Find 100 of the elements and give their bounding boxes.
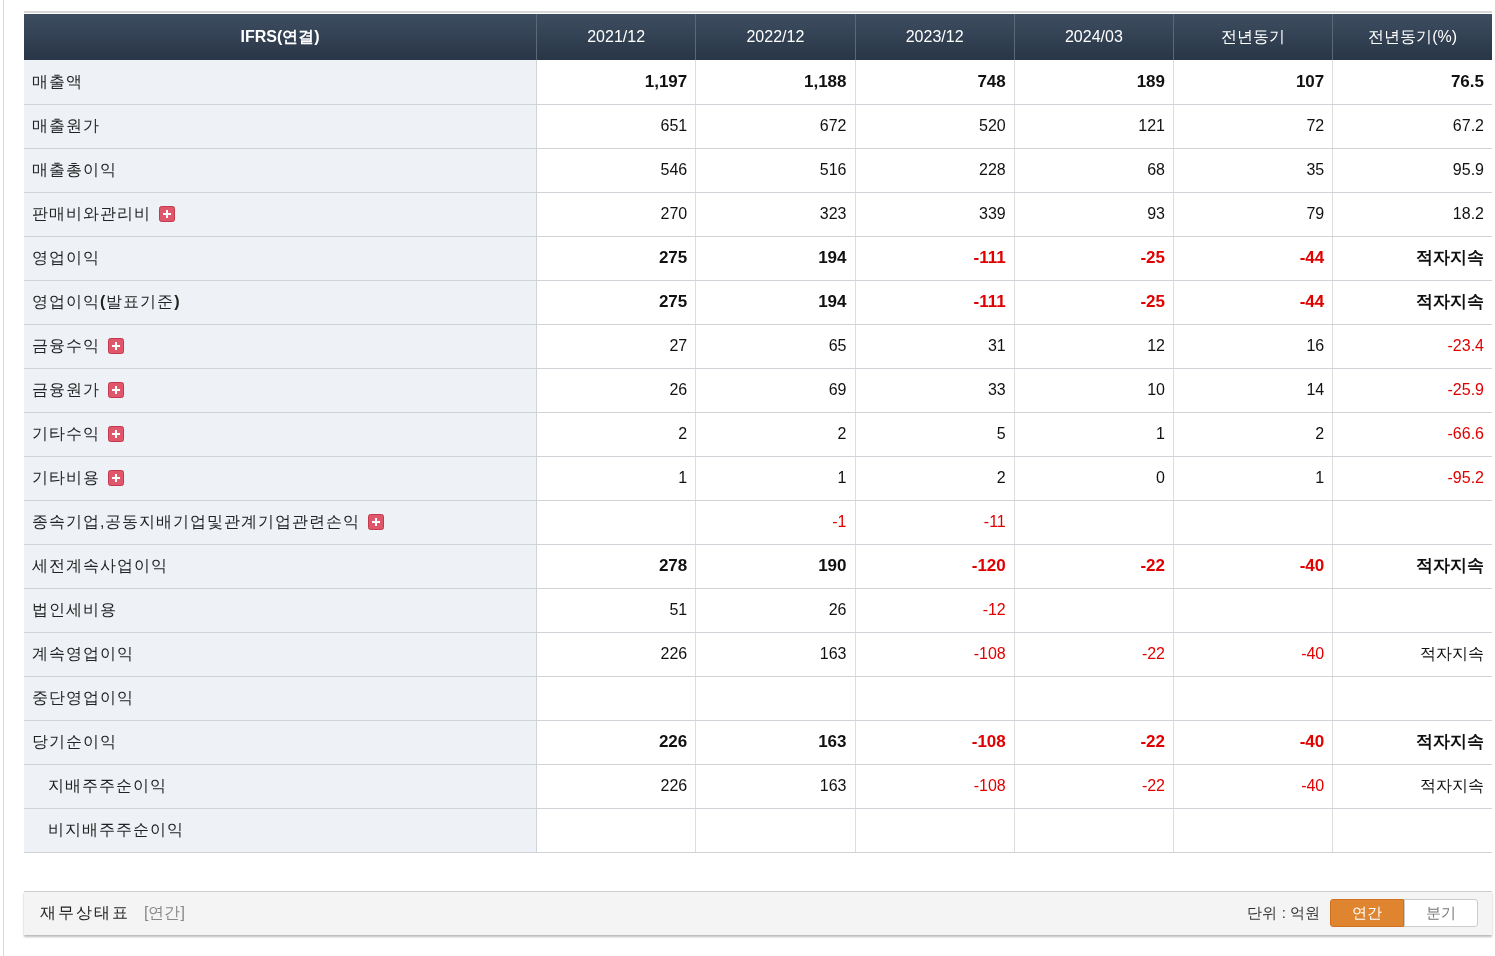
table-cell: 339 <box>979 205 1006 222</box>
table-cell: 26 <box>828 601 847 618</box>
period-toggle-button[interactable]: 분기 <box>1404 899 1478 927</box>
table-cell: 672 <box>819 117 847 134</box>
expand-plus-icon[interactable] <box>108 338 124 354</box>
column-header: 2024/03 <box>1014 14 1174 60</box>
table-cell: 226 <box>658 732 688 751</box>
table-cell: 95.9 <box>1452 161 1484 178</box>
table-cell: 69 <box>828 381 847 398</box>
table-cell: -25 <box>1140 248 1165 267</box>
expand-plus-icon[interactable] <box>108 426 124 442</box>
table-cell: 적자지속 <box>1420 777 1484 794</box>
row-label: 매출원가 <box>32 116 100 136</box>
table-cell: 35 <box>1306 161 1325 178</box>
row-label: 계속영업이익 <box>32 644 134 664</box>
row-label: 판매비와관리비 <box>32 204 151 224</box>
table-cell: 270 <box>660 205 688 222</box>
row-label: 매출액 <box>32 71 83 92</box>
table-cell: 323 <box>819 205 847 222</box>
table-cell: 190 <box>818 556 847 575</box>
expand-plus-icon[interactable] <box>108 382 124 398</box>
table-cell: 1 <box>678 469 688 486</box>
table-cell: 748 <box>977 71 1006 91</box>
row-label: 중단영업이익 <box>32 688 134 708</box>
table-cell: 31 <box>987 337 1006 354</box>
column-header: IFRS(연결) <box>24 14 537 60</box>
table-cell: -66.6 <box>1447 425 1484 442</box>
table-cell: 68 <box>1147 161 1165 178</box>
row-label: 법인세비용 <box>32 600 117 620</box>
table-cell: -25.9 <box>1447 381 1484 398</box>
table-cell: -108 <box>971 732 1006 751</box>
table-cell: -44 <box>1299 248 1325 267</box>
table-cell: 93 <box>1147 205 1165 222</box>
table-cell: -22 <box>1141 777 1165 794</box>
table-cell: 33 <box>987 381 1006 398</box>
table-cell: -111 <box>973 248 1006 267</box>
table-cell: -11 <box>983 513 1006 530</box>
table-cell: -22 <box>1140 732 1165 751</box>
table-cell: 적자지속 <box>1420 645 1484 662</box>
table-cell: -23.4 <box>1447 337 1484 354</box>
table-cell: -40 <box>1301 645 1325 662</box>
table-cell: 121 <box>1138 117 1165 134</box>
table-cell: 163 <box>819 777 847 794</box>
table-cell: 278 <box>658 556 688 575</box>
table-cell: 10 <box>1147 381 1165 398</box>
expand-plus-icon[interactable] <box>159 206 175 222</box>
column-header: 전년동기(%) <box>1332 14 1492 60</box>
expand-plus-icon[interactable] <box>368 514 385 530</box>
table-cell: -108 <box>973 645 1006 662</box>
table-cell: 651 <box>660 117 688 134</box>
expand-plus-icon[interactable] <box>108 470 124 486</box>
table-cell: 2 <box>678 425 688 442</box>
table-cell: 12 <box>1147 337 1165 354</box>
table-cell: -1 <box>832 513 847 530</box>
table-cell: 2 <box>1315 425 1325 442</box>
table-cell: -25 <box>1140 292 1165 311</box>
table-cell: -44 <box>1299 292 1325 311</box>
table-cell: 72 <box>1306 117 1325 134</box>
table-cell: -120 <box>971 556 1006 575</box>
table-cell: 적자지속 <box>1416 556 1484 575</box>
table-cell: 26 <box>669 381 688 398</box>
table-cell: 18.2 <box>1452 205 1484 222</box>
table-cell: 27 <box>669 337 688 354</box>
table-cell: 163 <box>818 732 847 751</box>
table-cell: 적자지속 <box>1416 732 1484 751</box>
table-cell: 1 <box>1156 425 1165 442</box>
table-cell: 1 <box>1315 469 1325 486</box>
row-label: 지배주주순이익 <box>48 776 167 796</box>
table-cell: 189 <box>1136 71 1165 91</box>
table-cell: -95.2 <box>1447 469 1484 486</box>
row-label: 비지배주주순이익 <box>48 820 184 840</box>
unit-label: 단위 : 억원 <box>1247 903 1320 923</box>
row-label: 세전계속사업이익 <box>32 556 168 576</box>
column-header: 2023/12 <box>855 14 1015 60</box>
row-label: 매출총이익 <box>32 160 117 180</box>
period-label: [연간] <box>144 902 185 923</box>
row-label: 종속기업,공동지배기업및관계기업관련손익 <box>32 512 361 532</box>
table-cell: -40 <box>1301 777 1325 794</box>
row-label: 금융수익 <box>32 336 100 356</box>
table-cell: 107 <box>1295 71 1325 91</box>
period-toggle-button[interactable]: 연간 <box>1330 899 1404 927</box>
table-cell: 516 <box>819 161 847 178</box>
table-cell: 275 <box>658 248 688 267</box>
table-cell: -40 <box>1299 732 1325 751</box>
table-cell: 적자지속 <box>1416 248 1484 267</box>
column-header: 2022/12 <box>695 14 855 60</box>
table-cell: -40 <box>1299 556 1325 575</box>
table-cell: 적자지속 <box>1416 292 1484 311</box>
table-cell: 194 <box>818 292 847 311</box>
table-cell: 226 <box>660 777 688 794</box>
column-header: 전년동기 <box>1173 14 1333 60</box>
table-cell: 1,188 <box>803 71 847 91</box>
table-cell: 226 <box>660 645 688 662</box>
section-title: 재무상태표 <box>40 902 130 923</box>
row-label: 당기순이익 <box>32 732 117 752</box>
table-cell: 228 <box>979 161 1006 178</box>
row-label: 금융원가 <box>32 380 100 400</box>
table-cell: -12 <box>982 601 1006 618</box>
table-cell: 51 <box>669 601 688 618</box>
table-cell: 5 <box>996 425 1006 442</box>
